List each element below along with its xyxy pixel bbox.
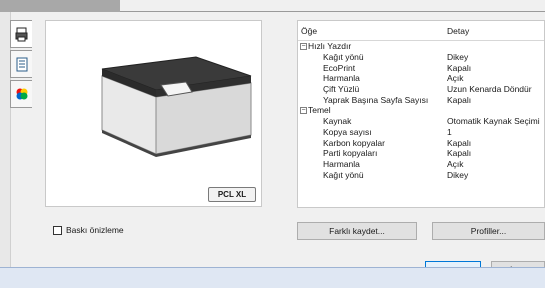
table-row[interactable]: Kaynak Otomatik Kaynak Seçimi [298, 116, 544, 127]
printer-preview-panel [45, 20, 262, 207]
row-detail: Dikey [447, 52, 469, 63]
row-detail: 1 [447, 126, 452, 137]
side-tabs [10, 20, 32, 110]
printer-image [101, 56, 252, 157]
row-detail: Dikey [447, 169, 469, 180]
row-item: Çift Yüzlü [323, 84, 360, 95]
table-row[interactable]: Kopya sayısı 1 [298, 127, 544, 138]
preview-checkbox-row[interactable]: Baskı önizleme [53, 225, 124, 235]
color-palette-icon [16, 88, 27, 100]
row-detail: Açık [447, 73, 464, 84]
row-detail: Kapalı [447, 148, 472, 159]
group-label: Temel [308, 105, 331, 116]
pcl-badge: PCL XL [208, 187, 256, 202]
side-tab-color[interactable] [10, 80, 32, 108]
save-as-button[interactable]: Farklı kaydet... [297, 222, 417, 240]
settings-grid[interactable]: Öğe Detay − Hızlı Yazdır Kağıt yönü Dikey Ec… [297, 20, 545, 208]
table-row[interactable]: Yaprak Başına Sayfa Sayısı Kapalı [298, 94, 544, 105]
table-row[interactable]: EcoPrint Kapalı [298, 62, 544, 73]
grid-body: − Hızlı Yazdır Kağıt yönü Dikey EcoPrint Kapa… [298, 41, 544, 180]
printer-icon [15, 27, 28, 41]
row-item: Kağıt yönü [323, 52, 364, 63]
table-row[interactable]: Harmanla Açık [298, 73, 544, 84]
row-item: Harmanla [323, 158, 360, 169]
tab-divider [120, 11, 545, 12]
row-item: − Temel [298, 105, 447, 115]
bottom-band [0, 267, 545, 288]
table-row[interactable]: Karbon kopyalar Kapalı [298, 137, 544, 148]
row-detail: Uzun Kenarda Döndür [447, 84, 532, 95]
row-item: − Hızlı Yazdır [298, 41, 447, 51]
row-item: Parti kopyaları [323, 148, 378, 159]
row-detail: Açık [447, 158, 464, 169]
row-item: Kopya sayısı [323, 126, 372, 137]
preview-checkbox-label: Baskı önizleme [66, 225, 124, 235]
row-detail: Otomatik Kaynak Seçimi [447, 116, 540, 127]
table-row[interactable]: Çift Yüzlü Uzun Kenarda Döndür [298, 84, 544, 95]
row-detail: Kapalı [447, 94, 472, 105]
row-item: Karbon kopyalar [323, 137, 385, 148]
table-row[interactable]: Kağıt yönü Dikey [298, 52, 544, 63]
header-item: Öğe [301, 25, 318, 36]
collapse-icon[interactable]: − [300, 106, 307, 114]
table-row[interactable]: Kağıt yönü Dikey [298, 169, 544, 180]
row-item: EcoPrint [323, 62, 356, 73]
group-label: Hızlı Yazdır [308, 41, 352, 52]
document-icon [16, 57, 27, 71]
row-detail: Kapalı [447, 62, 472, 73]
preview-checkbox[interactable] [53, 225, 62, 235]
collapse-icon[interactable]: − [300, 42, 307, 50]
side-tab-document[interactable] [10, 50, 32, 78]
header-detail: Detay [447, 25, 470, 36]
side-tab-printer[interactable] [10, 20, 32, 48]
active-tab[interactable] [0, 0, 120, 12]
row-item: Kağıt yönü [323, 169, 364, 180]
grid-header: Öğe Detay [298, 21, 544, 41]
group-row[interactable]: − Temel [298, 105, 544, 116]
row-item: Yaprak Başına Sayfa Sayısı [323, 94, 429, 105]
group-row[interactable]: − Hızlı Yazdır [298, 41, 544, 52]
table-row[interactable]: Parti kopyaları Kapalı [298, 148, 544, 159]
row-detail: Kapalı [447, 137, 472, 148]
profiles-button[interactable]: Profiller... [432, 222, 545, 240]
top-tab-strip [0, 0, 545, 12]
row-item: Harmanla [323, 73, 360, 84]
row-item: Kaynak [323, 116, 352, 127]
table-row[interactable]: Harmanla Açık [298, 159, 544, 170]
